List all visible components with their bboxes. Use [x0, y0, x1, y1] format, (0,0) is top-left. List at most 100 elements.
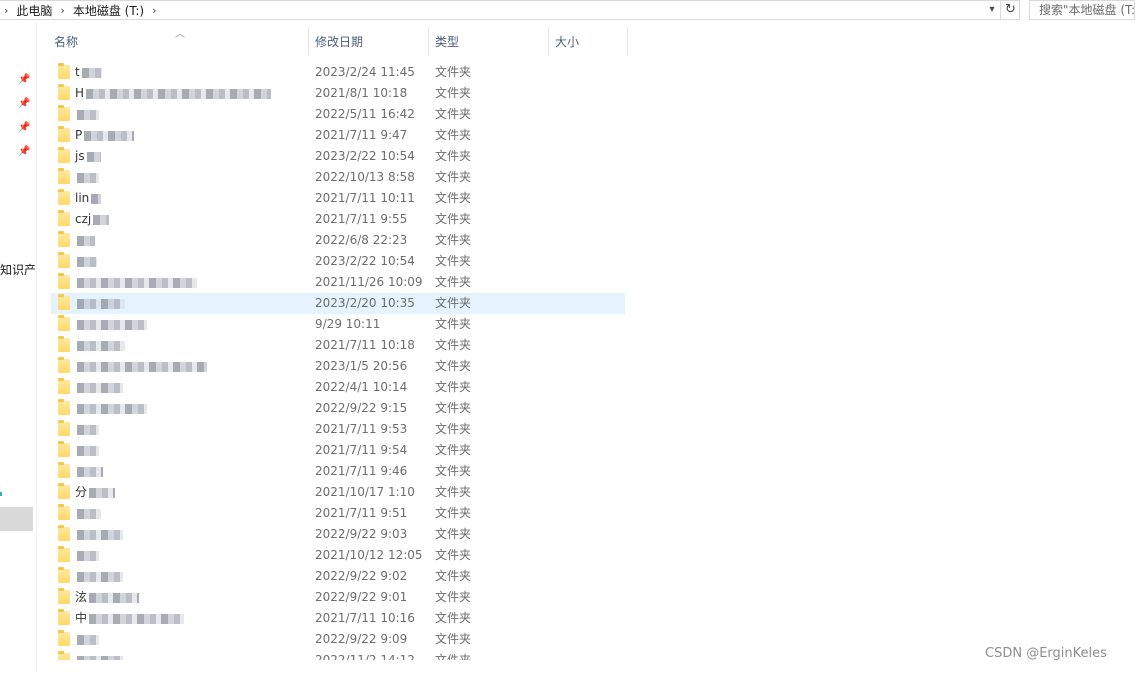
chevron-right-icon[interactable]: ›: [144, 4, 164, 17]
column-header-type[interactable]: 类型: [425, 28, 545, 56]
column-header-size[interactable]: 大小: [545, 28, 625, 56]
table-row[interactable]: 2021/7/11 9:53 文件夹: [51, 419, 625, 440]
file-name[interactable]: [75, 167, 99, 188]
table-row[interactable]: lin 2021/7/11 10:11 文件夹: [51, 188, 625, 209]
breadcrumb-this-pc[interactable]: 此电脑: [16, 2, 52, 19]
file-name[interactable]: [75, 377, 123, 398]
modified-date: 2021/7/11 10:11: [315, 191, 415, 205]
column-header-modified[interactable]: 修改日期: [305, 28, 425, 56]
file-name[interactable]: [75, 335, 125, 356]
file-name[interactable]: [75, 272, 197, 293]
table-row[interactable]: 2021/7/11 9:46 文件夹: [51, 461, 625, 482]
file-name[interactable]: 中: [75, 608, 185, 629]
redacted-name: [86, 88, 272, 99]
pin-icon[interactable]: 📌: [18, 74, 30, 86]
file-name[interactable]: [75, 629, 99, 650]
folder-icon: [58, 336, 70, 352]
table-row[interactable]: t 2023/2/24 11:45 文件夹: [51, 62, 625, 83]
table-row[interactable]: 2023/1/5 20:56 文件夹: [51, 356, 625, 377]
file-type: 文件夹: [435, 590, 472, 604]
table-row[interactable]: 2021/10/12 12:05 文件夹: [51, 545, 625, 566]
redacted-name: [77, 256, 97, 267]
modified-date: 2023/2/22 10:54: [315, 254, 415, 268]
table-row[interactable]: 2021/7/11 9:54 文件夹: [51, 440, 625, 461]
folder-icon: [58, 273, 70, 289]
navigation-pane: 📌 📌 📌 📌 知识产: [0, 22, 37, 673]
breadcrumb[interactable]: › 此电脑 › 本地磁盘 (T:) ›: [0, 0, 1020, 20]
chevron-right-icon[interactable]: ›: [52, 4, 72, 17]
file-name[interactable]: [75, 650, 123, 660]
file-name[interactable]: [75, 356, 207, 377]
table-row[interactable]: 2021/7/11 10:18 文件夹: [51, 335, 625, 356]
column-header-name[interactable]: 名称: [44, 28, 308, 56]
file-name[interactable]: [75, 104, 99, 125]
table-row[interactable]: 2021/7/11 9:51 文件夹: [51, 503, 625, 524]
redacted-name: [77, 550, 99, 561]
file-name[interactable]: [75, 230, 95, 251]
file-name[interactable]: H: [75, 83, 272, 104]
pin-icon[interactable]: 📌: [18, 146, 30, 158]
file-name[interactable]: 泫: [75, 587, 140, 608]
file-name[interactable]: t: [75, 62, 102, 83]
nav-item-partial[interactable]: 知识产: [0, 261, 36, 278]
modified-date: 2021/8/1 10:18: [315, 86, 408, 100]
file-type: 文件夹: [435, 191, 472, 205]
file-type: 文件夹: [435, 170, 472, 184]
chevron-right-icon[interactable]: ›: [0, 4, 16, 17]
file-name[interactable]: [75, 440, 99, 461]
table-row[interactable]: 2022/4/1 10:14 文件夹: [51, 377, 625, 398]
table-row[interactable]: 9/29 10:11 文件夹: [51, 314, 625, 335]
table-row[interactable]: 2022/6/8 22:23 文件夹: [51, 230, 625, 251]
column-divider[interactable]: [627, 28, 628, 56]
table-row[interactable]: 2023/2/20 10:35 文件夹: [51, 293, 625, 314]
table-row[interactable]: 泫 2022/9/22 9:01 文件夹: [51, 587, 625, 608]
file-name[interactable]: P: [75, 125, 135, 146]
table-row[interactable]: H 2021/8/1 10:18 文件夹: [51, 83, 625, 104]
refresh-icon[interactable]: ↻: [1000, 0, 1020, 20]
redacted-name: [77, 445, 99, 456]
search-input[interactable]: 搜索"本地磁盘 (T:)": [1029, 0, 1135, 20]
redacted-name: [77, 466, 103, 477]
modified-date: 2022/6/8 22:23: [315, 233, 408, 247]
pin-icon[interactable]: 📌: [18, 98, 30, 110]
file-name[interactable]: [75, 293, 125, 314]
breadcrumb-drive[interactable]: 本地磁盘 (T:): [73, 2, 144, 19]
nav-item-selected[interactable]: [0, 507, 33, 531]
file-name[interactable]: czj: [75, 209, 110, 230]
table-row[interactable]: 2021/11/26 10:09 文件夹: [51, 272, 625, 293]
pin-icon[interactable]: 📌: [18, 122, 30, 134]
table-row[interactable]: 中 2021/7/11 10:16 文件夹: [51, 608, 625, 629]
table-row[interactable]: P 2021/7/11 9:47 文件夹: [51, 125, 625, 146]
table-row[interactable]: 分 2021/10/17 1:10 文件夹: [51, 482, 625, 503]
file-name[interactable]: 分: [75, 482, 116, 503]
file-name[interactable]: [75, 251, 97, 272]
table-row[interactable]: 2022/9/22 9:02 文件夹: [51, 566, 625, 587]
table-row[interactable]: 2022/9/22 9:09 文件夹: [51, 629, 625, 650]
address-dropdown-icon[interactable]: ▾: [985, 2, 999, 18]
table-row[interactable]: 2023/2/22 10:54 文件夹: [51, 251, 625, 272]
file-name[interactable]: [75, 545, 99, 566]
folder-icon: [58, 105, 70, 121]
table-row[interactable]: czj 2021/7/11 9:55 文件夹: [51, 209, 625, 230]
redacted-name: [77, 571, 123, 582]
file-name[interactable]: [75, 566, 123, 587]
file-type: 文件夹: [435, 401, 472, 415]
table-row[interactable]: 2022/9/22 9:03 文件夹: [51, 524, 625, 545]
file-name-text: H: [75, 86, 85, 100]
table-row[interactable]: 2022/9/22 9:15 文件夹: [51, 398, 625, 419]
file-name[interactable]: [75, 461, 103, 482]
file-name[interactable]: [75, 524, 123, 545]
file-name[interactable]: js: [75, 146, 101, 167]
file-name[interactable]: [75, 419, 99, 440]
redacted-name: [93, 214, 110, 225]
table-row[interactable]: 2022/11/2 14:12 文件夹: [51, 650, 625, 660]
table-row[interactable]: 2022/10/13 8:58 文件夹: [51, 167, 625, 188]
file-name[interactable]: [75, 398, 147, 419]
folder-icon: [58, 588, 70, 604]
file-name[interactable]: [75, 314, 147, 335]
file-name-text: 中: [75, 611, 88, 625]
table-row[interactable]: 2022/5/11 16:42 文件夹: [51, 104, 625, 125]
file-name[interactable]: lin: [75, 188, 102, 209]
table-row[interactable]: js 2023/2/22 10:54 文件夹: [51, 146, 625, 167]
file-name[interactable]: [75, 503, 101, 524]
